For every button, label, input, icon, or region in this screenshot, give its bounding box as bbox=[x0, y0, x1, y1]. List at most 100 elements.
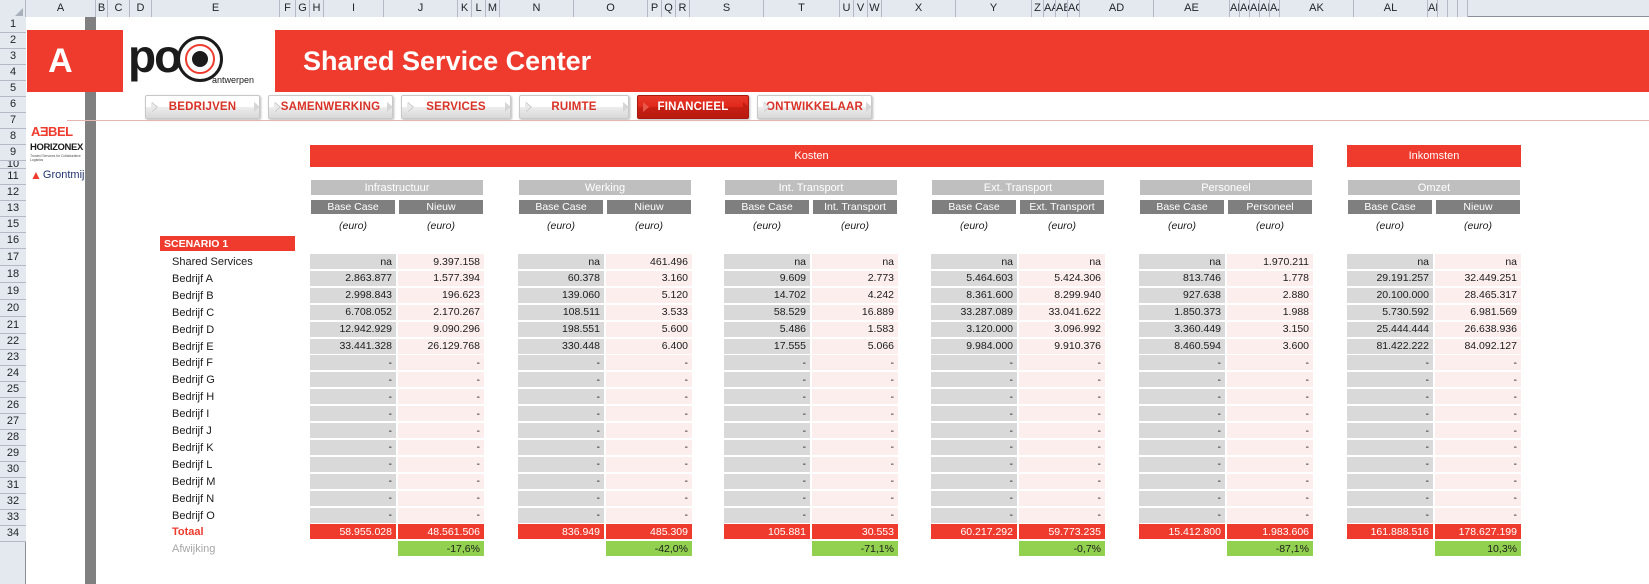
row-header-22[interactable]: 22 bbox=[0, 334, 26, 350]
cell-werking-nieuw-bedrijf-m[interactable]: - bbox=[606, 473, 692, 489]
column-header-L[interactable]: L bbox=[472, 0, 486, 17]
cell-ext-transport-nieuw-bedrijf-l[interactable]: - bbox=[1019, 456, 1105, 472]
cell-omzet-nieuw-bedrijf-j[interactable]: - bbox=[1435, 423, 1521, 438]
cell-int-transport-nieuw-bedrijf-l[interactable]: - bbox=[812, 456, 898, 472]
row-header-4[interactable]: 4 bbox=[0, 65, 26, 81]
cell-omzet-base-bedrijf-n[interactable]: - bbox=[1347, 490, 1433, 506]
cell-ext-transport-base-bedrijf-a[interactable]: 5.464.603 bbox=[931, 270, 1017, 286]
column-header-F[interactable]: F bbox=[280, 0, 296, 17]
cell-personeel-base-bedrijf-c[interactable]: 1.850.373 bbox=[1139, 304, 1225, 320]
cell-int-transport-base-bedrijf-e[interactable]: 17.555 bbox=[724, 338, 810, 354]
row-header-20[interactable]: 20 bbox=[0, 300, 26, 317]
cell-werking-base-bedrijf-m[interactable]: - bbox=[518, 473, 604, 489]
cell-ext-transport-base-bedrijf-i[interactable]: - bbox=[931, 406, 1017, 422]
row-header-11[interactable]: 11 bbox=[0, 169, 26, 185]
cell-ext-transport-base-bedrijf-b[interactable]: 8.361.600 bbox=[931, 287, 1017, 303]
cell-int-transport-nieuw-bedrijf-c[interactable]: 16.889 bbox=[812, 304, 898, 320]
cell-werking-base-bedrijf-k[interactable]: - bbox=[518, 439, 604, 455]
cell-ext-transport-base-bedrijf-o[interactable]: - bbox=[931, 507, 1017, 523]
row-header-10[interactable]: 10 bbox=[0, 161, 26, 169]
column-header-AD[interactable]: AD bbox=[1080, 0, 1154, 17]
cell-infrastructuur-nieuw-bedrijf-n[interactable]: - bbox=[398, 490, 484, 506]
cell-int-transport-base-bedrijf-m[interactable]: - bbox=[724, 473, 810, 489]
row-header-19[interactable]: 19 bbox=[0, 283, 26, 300]
cell-werking-base-bedrijf-d[interactable]: 198.551 bbox=[518, 321, 604, 337]
cell-infrastructuur-base-bedrijf-b[interactable]: 2.998.843 bbox=[310, 287, 396, 303]
cell-werking-nieuw-bedrijf-e[interactable]: 6.400 bbox=[606, 338, 692, 354]
cell-omzet-nieuw-bedrijf-m[interactable]: - bbox=[1435, 473, 1521, 489]
cell-int-transport-base-bedrijf-k[interactable]: - bbox=[724, 439, 810, 455]
cell-personeel-base-bedrijf-e[interactable]: 8.460.594 bbox=[1139, 338, 1225, 354]
column-header-AF[interactable]: AF bbox=[1230, 0, 1240, 17]
row-header-31[interactable]: 31 bbox=[0, 478, 26, 494]
cell-personeel-base-shared-services[interactable]: na bbox=[1139, 254, 1225, 269]
cell-omzet-nieuw-bedrijf-d[interactable]: 26.638.936 bbox=[1435, 321, 1521, 337]
row-header-26[interactable]: 26 bbox=[0, 398, 26, 414]
cell-werking-nieuw-bedrijf-a[interactable]: 3.160 bbox=[606, 270, 692, 286]
cell-ext-transport-nieuw-bedrijf-a[interactable]: 5.424.306 bbox=[1019, 270, 1105, 286]
cell-infrastructuur-base-bedrijf-h[interactable]: - bbox=[310, 389, 396, 405]
cell-int-transport-base-bedrijf-n[interactable]: - bbox=[724, 490, 810, 506]
cell-infrastructuur-base-bedrijf-k[interactable]: - bbox=[310, 439, 396, 455]
cell-werking-base-bedrijf-f[interactable]: - bbox=[518, 355, 604, 371]
cell-infrastructuur-nieuw-bedrijf-c[interactable]: 2.170.267 bbox=[398, 304, 484, 320]
cell-int-transport-base-bedrijf-c[interactable]: 58.529 bbox=[724, 304, 810, 320]
row-header-29[interactable]: 29 bbox=[0, 446, 26, 462]
cell-omzet-base-bedrijf-g[interactable]: - bbox=[1347, 372, 1433, 388]
cell-werking-base-bedrijf-g[interactable]: - bbox=[518, 372, 604, 388]
column-header-W[interactable]: W bbox=[868, 0, 882, 17]
cell-ext-transport-nieuw-bedrijf-e[interactable]: 9.910.376 bbox=[1019, 338, 1105, 354]
column-header-AK[interactable]: AK bbox=[1280, 0, 1354, 17]
row-header-18[interactable]: 18 bbox=[0, 266, 26, 283]
cell-omzet-base-bedrijf-j[interactable]: - bbox=[1347, 423, 1433, 438]
cell-infrastructuur-nieuw-bedrijf-h[interactable]: - bbox=[398, 389, 484, 405]
cell-personeel-nieuw-bedrijf-j[interactable]: - bbox=[1227, 423, 1313, 438]
cell-ext-transport-base-bedrijf-k[interactable]: - bbox=[931, 439, 1017, 455]
cell-personeel-nieuw-bedrijf-k[interactable]: - bbox=[1227, 439, 1313, 455]
cell-ext-transport-nieuw-bedrijf-d[interactable]: 3.096.992 bbox=[1019, 321, 1105, 337]
cell-omzet-base-bedrijf-c[interactable]: 5.730.592 bbox=[1347, 304, 1433, 320]
cell-werking-base-bedrijf-j[interactable]: - bbox=[518, 423, 604, 438]
row-header-8[interactable]: 8 bbox=[0, 129, 26, 145]
row-header-1[interactable]: 1 bbox=[0, 17, 26, 33]
cell-personeel-base-bedrijf-b[interactable]: 927.638 bbox=[1139, 287, 1225, 303]
row-header-23[interactable]: 23 bbox=[0, 350, 26, 366]
cell-omzet-nieuw-shared-services[interactable]: na bbox=[1435, 254, 1521, 269]
cell-infrastructuur-nieuw-bedrijf-k[interactable]: - bbox=[398, 439, 484, 455]
cell-ext-transport-base-bedrijf-e[interactable]: 9.984.000 bbox=[931, 338, 1017, 354]
cell-infrastructuur-nieuw-bedrijf-j[interactable]: - bbox=[398, 423, 484, 438]
cell-infrastructuur-base-bedrijf-n[interactable]: - bbox=[310, 490, 396, 506]
cell-werking-base-bedrijf-l[interactable]: - bbox=[518, 456, 604, 472]
cell-int-transport-base-bedrijf-o[interactable]: - bbox=[724, 507, 810, 523]
cell-infrastructuur-base-bedrijf-d[interactable]: 12.942.929 bbox=[310, 321, 396, 337]
cell-omzet-base-bedrijf-i[interactable]: - bbox=[1347, 406, 1433, 422]
cell-werking-nieuw-bedrijf-c[interactable]: 3.533 bbox=[606, 304, 692, 320]
cell-infrastructuur-nieuw-bedrijf-e[interactable]: 26.129.768 bbox=[398, 338, 484, 354]
column-header-AB[interactable]: AB bbox=[1056, 0, 1068, 17]
row-header-24[interactable]: 24 bbox=[0, 366, 26, 382]
row-header-27[interactable]: 27 bbox=[0, 414, 26, 430]
cell-ext-transport-nieuw-bedrijf-h[interactable]: - bbox=[1019, 389, 1105, 405]
cell-ext-transport-nieuw-bedrijf-k[interactable]: - bbox=[1019, 439, 1105, 455]
column-header-AC[interactable]: AC bbox=[1068, 0, 1080, 17]
cell-infrastructuur-base-bedrijf-c[interactable]: 6.708.052 bbox=[310, 304, 396, 320]
cell-ext-transport-base-bedrijf-c[interactable]: 33.287.089 bbox=[931, 304, 1017, 320]
cell-infrastructuur-nieuw-bedrijf-l[interactable]: - bbox=[398, 456, 484, 472]
cell-ext-transport-nieuw-bedrijf-j[interactable]: - bbox=[1019, 423, 1105, 438]
row-header-32[interactable]: 32 bbox=[0, 494, 26, 510]
cell-omzet-nieuw-bedrijf-g[interactable]: - bbox=[1435, 372, 1521, 388]
column-header-R[interactable]: R bbox=[676, 0, 690, 17]
column-header-V[interactable]: V bbox=[854, 0, 868, 17]
cell-werking-nieuw-bedrijf-g[interactable]: - bbox=[606, 372, 692, 388]
cell-personeel-base-bedrijf-h[interactable]: - bbox=[1139, 389, 1225, 405]
column-header-[interactable] bbox=[1458, 0, 1468, 17]
cell-ext-transport-base-bedrijf-l[interactable]: - bbox=[931, 456, 1017, 472]
cell-infrastructuur-base-bedrijf-o[interactable]: - bbox=[310, 507, 396, 523]
cell-int-transport-nieuw-bedrijf-j[interactable]: - bbox=[812, 423, 898, 438]
cell-werking-nieuw-bedrijf-n[interactable]: - bbox=[606, 490, 692, 506]
cell-int-transport-nieuw-shared-services[interactable]: na bbox=[812, 254, 898, 269]
row-header-15[interactable]: 15 bbox=[0, 217, 26, 233]
cell-infrastructuur-nieuw-shared-services[interactable]: 9.397.158 bbox=[398, 254, 484, 269]
cell-personeel-base-bedrijf-o[interactable]: - bbox=[1139, 507, 1225, 523]
cell-werking-base-bedrijf-h[interactable]: - bbox=[518, 389, 604, 405]
